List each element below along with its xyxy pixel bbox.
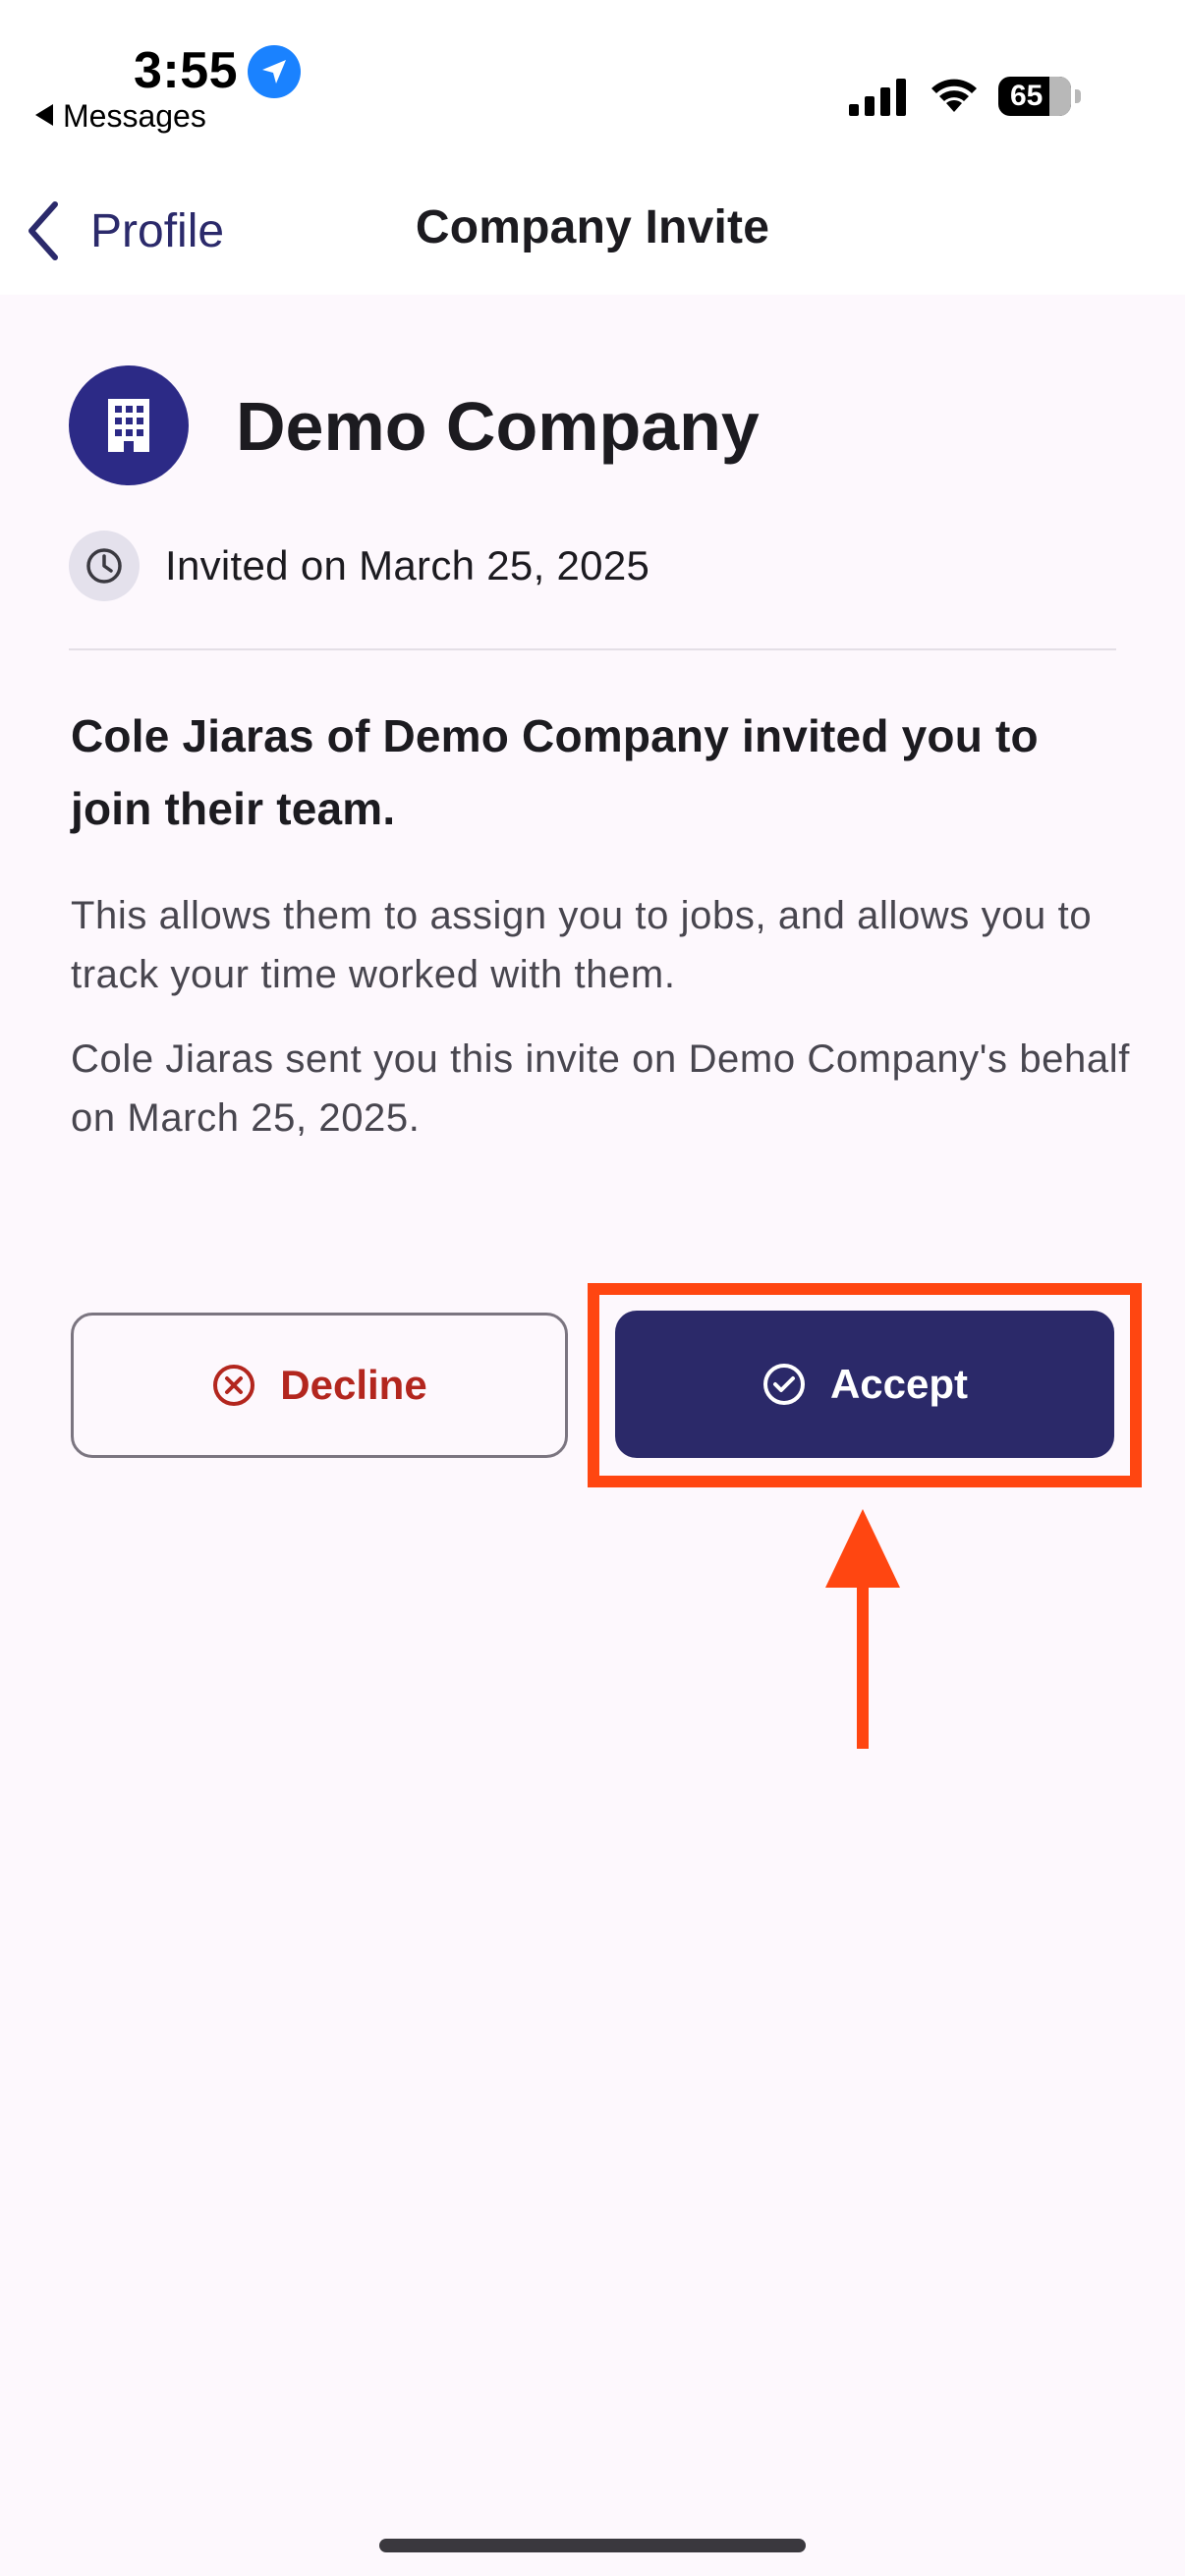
invited-date: Invited on March 25, 2025 <box>165 542 650 588</box>
company-avatar <box>69 365 189 485</box>
status-bar: 3:55 Messages 65 <box>0 0 1185 147</box>
invite-description: This allows them to assign you to jobs, … <box>71 894 1093 996</box>
clock-icon <box>86 548 122 584</box>
battery-nub <box>1075 89 1081 103</box>
location-arrow-icon <box>248 45 301 98</box>
x-circle-icon <box>213 1365 255 1406</box>
annotation-highlight-box <box>588 1283 1142 1487</box>
wifi-icon <box>931 79 977 112</box>
back-app-label: Messages <box>63 98 206 134</box>
page-title: Company Invite <box>415 201 770 253</box>
back-to-app-link[interactable]: Messages <box>35 98 206 135</box>
annotation-arrow-icon <box>825 1509 900 1749</box>
invite-heading: Cole Jiaras of Demo Company invited you … <box>71 710 1039 834</box>
divider <box>69 648 1116 650</box>
status-time: 3:55 <box>134 42 239 99</box>
back-triangle-icon <box>35 104 53 126</box>
battery-empty-part <box>1049 77 1071 116</box>
battery-icon: 65 <box>998 77 1071 116</box>
building-icon <box>108 399 149 452</box>
cellular-signal-icon <box>849 79 906 116</box>
decline-button-label: Decline <box>280 1362 427 1408</box>
screen: 3:55 Messages 65 Profile Company Invite … <box>0 0 1185 2576</box>
clock-icon-badge <box>69 531 140 601</box>
company-name: Demo Company <box>236 388 760 465</box>
decline-button[interactable]: Decline <box>71 1313 568 1458</box>
invite-sender-note: Cole Jiaras sent you this invite on Demo… <box>71 1037 1130 1140</box>
nav-bar: Profile Company Invite <box>0 147 1185 295</box>
home-indicator[interactable] <box>379 2539 806 2552</box>
battery-level: 65 <box>1010 80 1044 112</box>
